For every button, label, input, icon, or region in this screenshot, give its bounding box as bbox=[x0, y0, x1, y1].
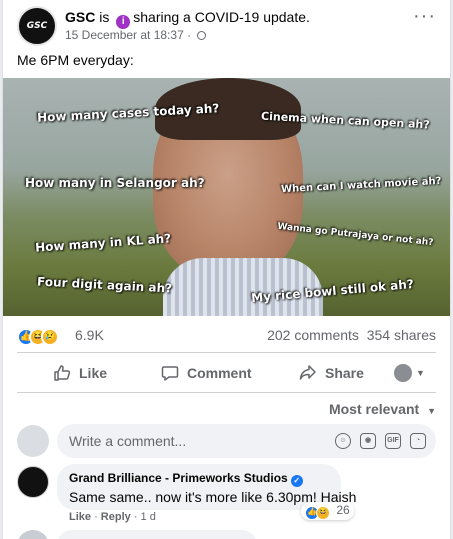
user-avatar bbox=[394, 364, 412, 382]
comment-share-counts: 202 comments 354 shares bbox=[267, 327, 436, 343]
comment-input[interactable] bbox=[69, 424, 319, 458]
thumbs-up-icon bbox=[54, 365, 71, 381]
commenter-avatar[interactable] bbox=[17, 530, 49, 539]
covid-info-icon: i bbox=[116, 15, 131, 29]
status-prefix: is bbox=[99, 9, 110, 25]
comment-button-label: Comment bbox=[187, 365, 252, 381]
reaction-count[interactable]: 6.9K bbox=[75, 327, 104, 343]
comment-like-button[interactable]: Like bbox=[69, 511, 91, 523]
comment-attachment-icons: ☺ ◉ GIF ◔ bbox=[335, 433, 426, 449]
like-button-label: Like bbox=[79, 365, 108, 381]
write-comment-row: ☺ ◉ GIF ◔ bbox=[17, 424, 436, 458]
sort-label: Most relevant bbox=[328, 401, 420, 417]
comment-reactions[interactable]: 👍😆 26 bbox=[301, 502, 354, 520]
page-avatar-logo-text: GSC bbox=[26, 21, 48, 31]
comment-reply-button[interactable]: Reply bbox=[101, 511, 131, 523]
globe-icon bbox=[197, 31, 207, 40]
comment-author-link[interactable]: Grand Brilliance - Primeworks Studios bbox=[69, 471, 288, 485]
caret-down-icon: ▼ bbox=[427, 406, 436, 416]
share-button-label: Share bbox=[325, 365, 364, 381]
comment-as-selector[interactable]: ▼ bbox=[394, 364, 428, 382]
user-avatar bbox=[17, 425, 49, 457]
meme-text: Four digit again ah? bbox=[36, 274, 173, 296]
divider bbox=[17, 392, 436, 393]
post-image[interactable]: How many cases today ah? Cinema when can… bbox=[3, 78, 450, 316]
emoji-icon[interactable]: ☺ bbox=[335, 433, 351, 449]
verified-badge-icon: ✓ bbox=[290, 475, 303, 487]
commenter-avatar[interactable] bbox=[17, 466, 49, 498]
reactions-bar: 👍😆😢 6.9K 202 comments 354 shares bbox=[17, 326, 436, 346]
meme-text: How many in Selangor ah? bbox=[25, 176, 205, 190]
caret-down-icon: ▼ bbox=[416, 368, 425, 378]
comment-meta: Like · Reply · 1 d bbox=[69, 511, 156, 523]
shares-count-link[interactable]: 354 shares bbox=[367, 327, 436, 343]
camera-icon[interactable]: ◉ bbox=[360, 433, 376, 449]
status-text: sharing a COVID-19 update. bbox=[133, 9, 310, 25]
post-timestamp-link[interactable]: 15 December at 18:37 · bbox=[65, 28, 191, 42]
comment-item: Grand Brilliance - Primeworks Studios ✓ S… bbox=[17, 464, 436, 524]
comment-bubble: Grand Brilliance - Primeworks Studios ✓ S… bbox=[57, 464, 357, 510]
post-actions: Like Comment Share ▼ bbox=[17, 356, 436, 390]
sad-reaction-icon: 😢 bbox=[41, 328, 59, 346]
sticker-icon[interactable]: ◔ bbox=[410, 433, 426, 449]
comment-reaction-count: 26 bbox=[336, 503, 350, 517]
more-options-icon[interactable]: ··· bbox=[413, 6, 436, 26]
post-header: GSC GSC is i sharing a COVID-19 update. 1… bbox=[17, 6, 440, 46]
post-caption: Me 6PM everyday: bbox=[17, 52, 134, 68]
post-meta: 15 December at 18:37 · bbox=[65, 28, 207, 42]
page-avatar[interactable]: GSC bbox=[17, 6, 57, 46]
comment-text: Same same.. now it's more like 6.30pm! H… bbox=[69, 489, 357, 505]
meme-text: How many in KL ah? bbox=[34, 231, 172, 255]
page-name-link[interactable]: GSC bbox=[65, 9, 95, 25]
meme-text: When can I watch movie ah? bbox=[280, 175, 442, 196]
comment-button[interactable]: Comment bbox=[161, 356, 252, 390]
comment-bubble-icon bbox=[161, 366, 179, 381]
next-comment-item bbox=[17, 530, 436, 539]
comment-bubble bbox=[57, 530, 257, 539]
comments-count-link[interactable]: 202 comments bbox=[267, 327, 359, 343]
share-button[interactable]: Share bbox=[299, 356, 364, 390]
like-button[interactable]: Like bbox=[53, 356, 107, 390]
comment-sort-dropdown[interactable]: Most relevant ▼ bbox=[329, 401, 436, 417]
divider bbox=[17, 352, 436, 353]
gif-icon[interactable]: GIF bbox=[385, 433, 401, 449]
comment-box: ☺ ◉ GIF ◔ bbox=[57, 424, 436, 458]
meme-text: Wanna go Putrajaya or not ah? bbox=[276, 221, 434, 249]
page-line: GSC is i sharing a COVID-19 update. bbox=[65, 9, 310, 29]
share-arrow-icon bbox=[299, 365, 316, 380]
post-card: GSC GSC is i sharing a COVID-19 update. 1… bbox=[2, 0, 451, 539]
haha-reaction-icon: 😆 bbox=[316, 506, 330, 520]
comment-author-line: Grand Brilliance - Primeworks Studios ✓ bbox=[69, 471, 329, 487]
reaction-icons[interactable]: 👍😆😢 bbox=[17, 326, 59, 346]
comment-time[interactable]: 1 d bbox=[141, 511, 156, 523]
